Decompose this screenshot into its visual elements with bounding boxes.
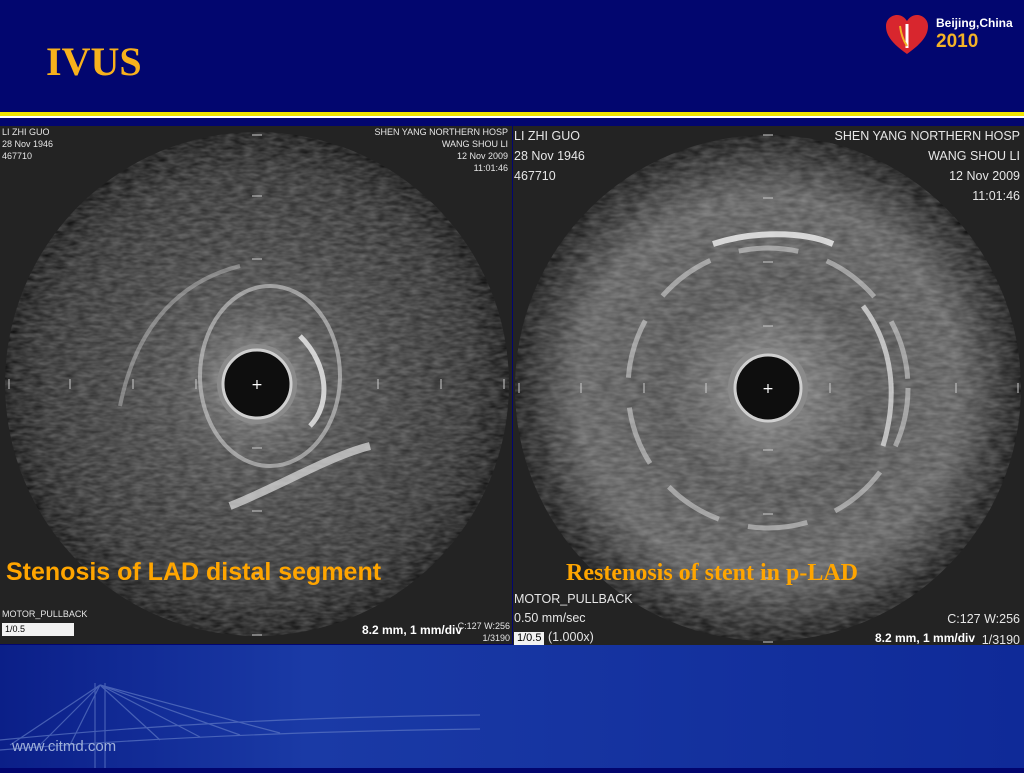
svg-text:+: + (251, 377, 263, 393)
left-patient-name: LI ZHI GUO (2, 127, 50, 137)
right-scale-label: 8.2 mm, 1 mm/div (875, 631, 976, 645)
left-cw: C:127 W:256 (457, 621, 510, 631)
left-caption: Stenosis of LAD distal segment (6, 558, 382, 586)
left-hospital: SHEN YANG NORTHERN HOSP (374, 127, 508, 137)
right-zoom: (1.000x) (547, 630, 594, 644)
left-scale-label: 8.2 mm, 1 mm/div (362, 623, 463, 637)
right-index-box: 1/0.5 (514, 632, 545, 645)
svg-text:+: + (762, 381, 774, 397)
logo-year: 2010 (936, 31, 979, 52)
right-caption: Restenosis of stent in p-LAD (566, 560, 859, 586)
right-hospital: SHEN YANG NORTHERN HOSP (834, 129, 1020, 143)
right-cw: C:127 W:256 (947, 612, 1020, 626)
left-index-box: 1/0.5 (2, 623, 74, 636)
footer-url: www.citmd.com (12, 738, 117, 755)
left-time: 11:01:46 (473, 163, 508, 173)
slide: IVUS Beijing,China 2010 + LI ZHI GUO 28 … (0, 0, 1024, 768)
right-acq-info: MOTOR_PULLBACK 0.50 mm/sec 1/0.5 (1.000x… (514, 590, 633, 647)
left-doctor: WANG SHOU LI (441, 139, 508, 149)
right-mode: MOTOR_PULLBACK (514, 592, 633, 606)
left-frame: 1/3190 (482, 633, 510, 643)
right-patient-id: 467710 (514, 169, 556, 183)
right-patient-name: LI ZHI GUO (514, 129, 580, 143)
footer-band (0, 645, 1024, 768)
slide-title: IVUS (46, 39, 142, 84)
right-speed: 0.50 mm/sec (514, 611, 586, 625)
right-date: 12 Nov 2009 (949, 169, 1020, 183)
left-patient-id: 467710 (2, 151, 33, 161)
right-patient-info: LI ZHI GUO 28 Nov 1946 467710 (514, 126, 585, 186)
bridge-graphic (0, 683, 481, 768)
title-rule-white (0, 116, 1024, 118)
right-doctor: WANG SHOU LI (928, 149, 1020, 163)
left-mode: MOTOR_PULLBACK (2, 609, 88, 619)
conference-logo: Beijing,China 2010 (884, 12, 1014, 58)
left-cw-frame: C:127 W:256 1/3190 (458, 620, 510, 644)
logo-location: Beijing,China (936, 16, 1013, 30)
right-time: 11:01:46 (972, 189, 1020, 203)
heart-logo-icon (886, 15, 928, 54)
left-date: 12 Nov 2009 (456, 151, 508, 161)
left-hospital-info: SHEN YANG NORTHERN HOSP WANG SHOU LI 12 … (374, 126, 508, 174)
right-patient-dob: 28 Nov 1946 (514, 149, 585, 163)
left-patient-dob: 28 Nov 1946 (2, 139, 54, 149)
left-patient-info: LI ZHI GUO 28 Nov 1946 467710 (2, 126, 53, 162)
right-hospital-info: SHEN YANG NORTHERN HOSP WANG SHOU LI 12 … (835, 126, 1020, 206)
